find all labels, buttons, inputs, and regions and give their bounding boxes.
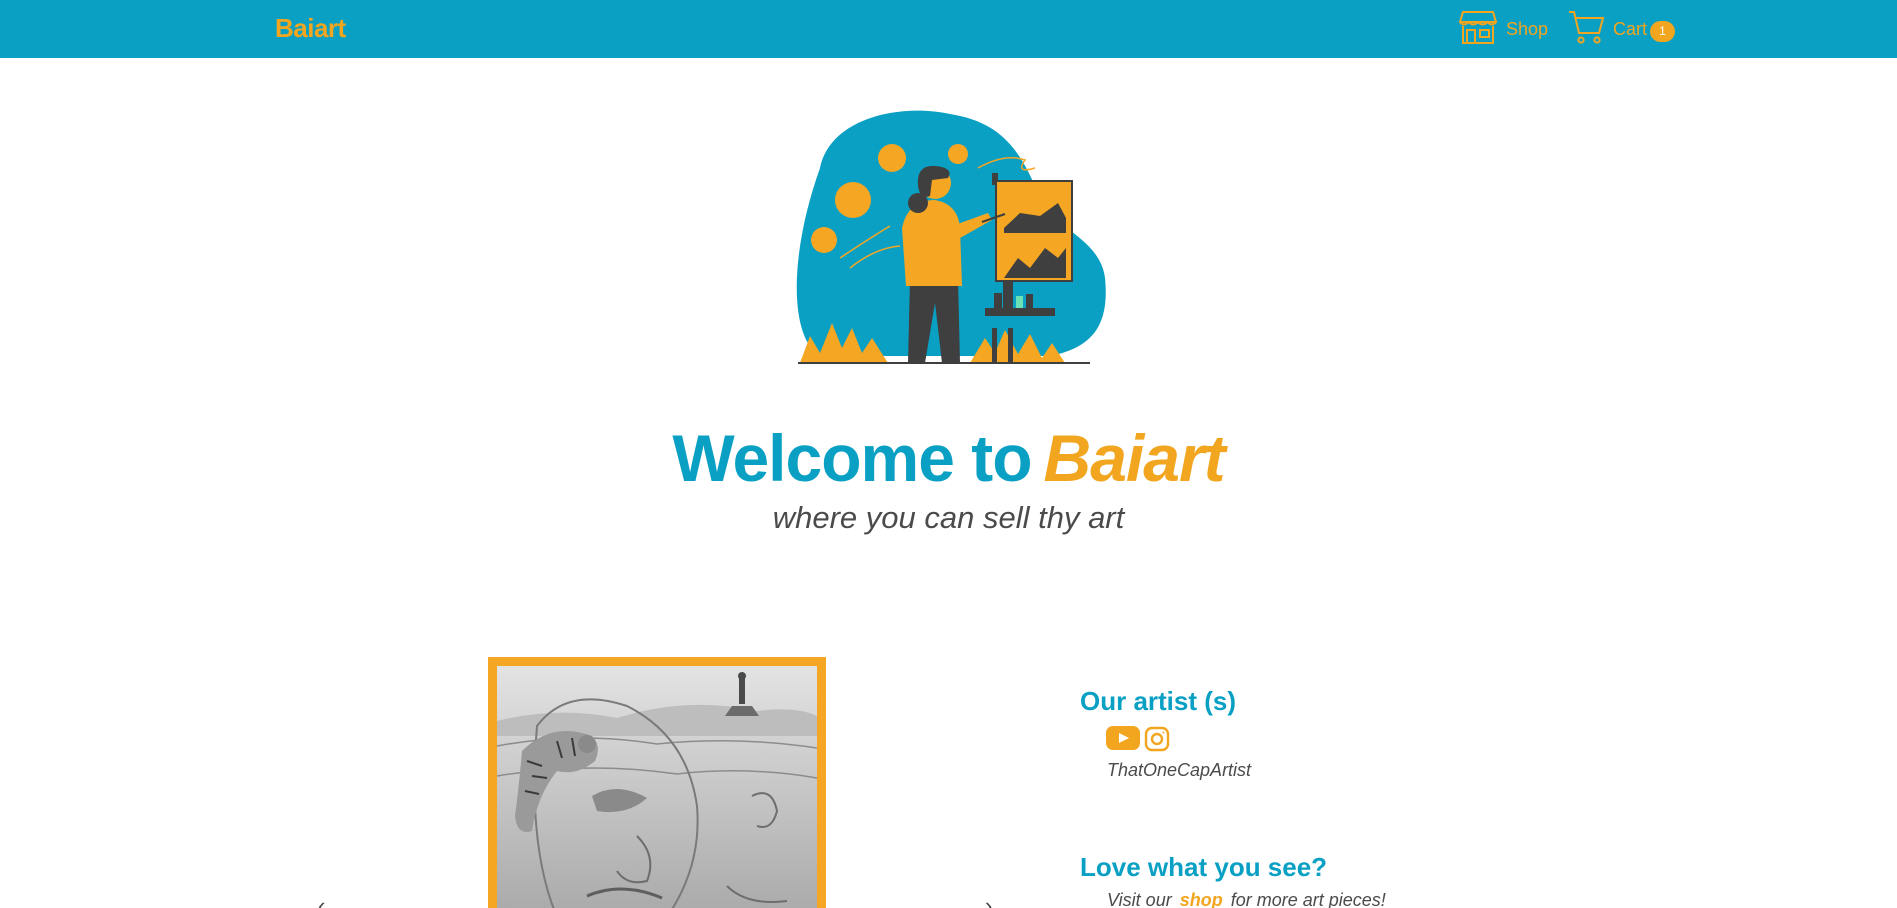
instagram-icon[interactable] <box>1144 726 1170 757</box>
cart-icon <box>1568 9 1613 50</box>
welcome-prefix: Welcome to <box>672 421 1032 495</box>
top-navbar: Baiart Shop Cart 1 <box>0 0 1897 58</box>
youtube-icon[interactable] <box>1106 726 1140 757</box>
hero-artist-illustration <box>790 108 1110 368</box>
nav-shop-label: Shop <box>1506 18 1549 39</box>
featured-artwork-image[interactable] <box>497 666 817 908</box>
artist-name[interactable]: ThatOneCapArtist <box>1107 760 1251 781</box>
cart-count-badge: 1 <box>1650 20 1676 42</box>
carousel-next-button[interactable]: › <box>985 893 992 908</box>
nav-shop-link[interactable]: Shop <box>1458 9 1549 50</box>
shop-link[interactable]: shop <box>1180 890 1223 908</box>
hero-tagline: where you can sell thy art <box>772 500 1125 535</box>
brand-logo[interactable]: Baiart <box>275 13 346 44</box>
visit-shop-text: Visit our shop for more art pieces! <box>1107 890 1386 908</box>
our-artists-heading: Our artist (s) <box>1080 686 1237 716</box>
love-heading: Love what you see? <box>1080 852 1328 882</box>
visit-prefix: Visit our <box>1107 890 1172 908</box>
nav-cart-link[interactable]: Cart 1 <box>1568 9 1676 50</box>
nav-cart-label: Cart <box>1613 18 1648 39</box>
artist-social-links <box>1106 726 1170 757</box>
store-icon <box>1458 9 1506 50</box>
carousel-prev-button[interactable]: ‹ <box>318 893 325 908</box>
visit-suffix: for more art pieces! <box>1230 890 1386 908</box>
welcome-brand: Baiart <box>1043 421 1226 495</box>
welcome-heading: Welcome to Baiart <box>0 420 1897 496</box>
featured-artwork-frame <box>488 657 826 908</box>
